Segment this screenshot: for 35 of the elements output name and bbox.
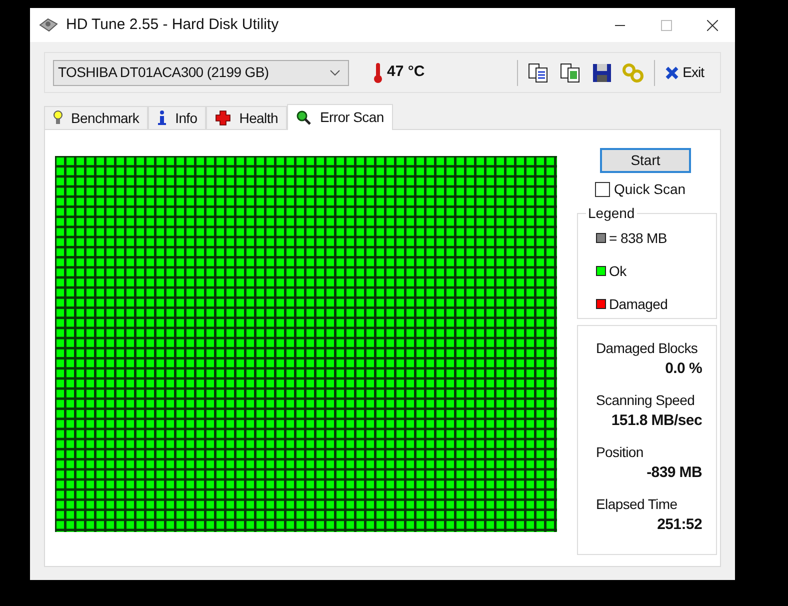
thermometer-icon	[373, 62, 383, 84]
stat-value: 0.0 %	[665, 359, 702, 379]
stat-label: Damaged Blocks	[596, 339, 699, 357]
legend-label: Ok	[609, 262, 626, 280]
temperature-reading: 47 °C	[387, 62, 425, 82]
magnifier-icon	[296, 110, 312, 126]
drive-dropdown[interactable]: TOSHIBA DT01ACA300 (2199 GB)	[53, 60, 349, 86]
legend-label: Damaged	[609, 294, 668, 314]
window-title: HD Tune 2.55 - Hard Disk Utility	[66, 14, 279, 35]
info-icon	[157, 110, 168, 126]
cross-icon	[215, 110, 232, 126]
stat-label: Elapsed Time	[596, 495, 678, 513]
tab[interactable]: Error Scan	[286, 104, 393, 130]
stat-value: 251:52	[657, 515, 702, 535]
stat-label: Position	[596, 443, 644, 461]
save-icon[interactable]	[592, 62, 612, 82]
quick-scan-checkbox[interactable]	[595, 182, 610, 197]
stat-value: -839 MB	[646, 463, 702, 483]
exit-button[interactable]: Exit	[664, 62, 712, 83]
stat-value: 151.8 MB/sec	[611, 411, 702, 431]
close-icon	[664, 66, 679, 80]
quick-scan-label: Quick Scan	[614, 180, 686, 199]
stat-label: Scanning Speed	[596, 391, 696, 409]
copy-image-icon[interactable]	[560, 62, 582, 82]
maximize-icon	[660, 20, 672, 30]
copy-text-icon[interactable]	[528, 62, 550, 82]
tab[interactable]: Benchmark	[44, 106, 148, 129]
lightbulb-icon	[53, 110, 63, 126]
tab[interactable]: Info	[148, 106, 206, 129]
tab[interactable]: Health	[206, 106, 287, 129]
minimize-icon	[615, 24, 625, 26]
legend-label: = 838 MB	[609, 228, 667, 248]
close-icon	[706, 20, 718, 30]
start-button[interactable]: Start	[600, 148, 691, 173]
chevron-down-icon	[330, 70, 340, 76]
